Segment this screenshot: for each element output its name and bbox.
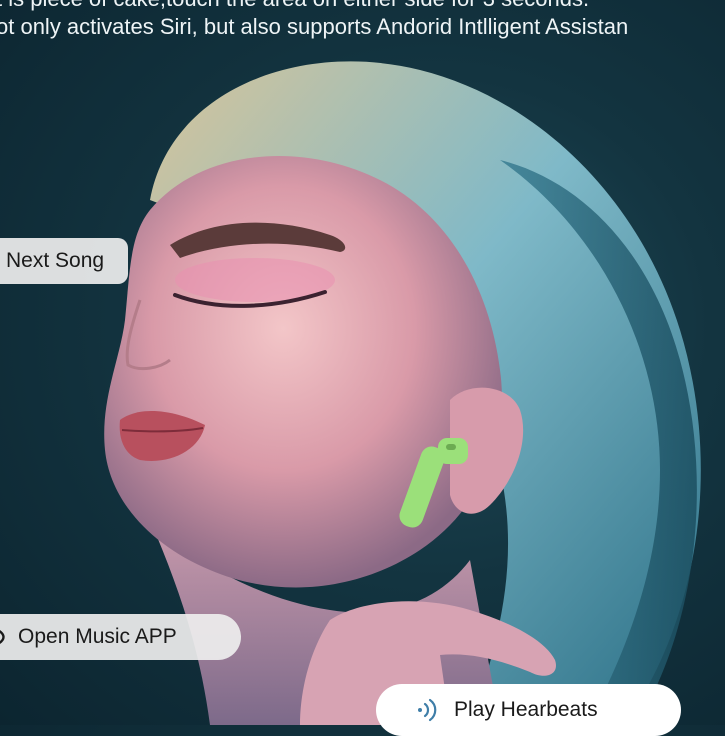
next-song-text: Next Song [6, 249, 105, 272]
sound-wave-icon [0, 625, 14, 649]
caption-line-1: t is piece of cake,touch the area on eit… [0, 0, 589, 10]
play-heartbeats-text: Play Hearbeats [454, 698, 598, 721]
sound-wave-icon [416, 698, 440, 722]
caption-line-2: ot only activates Siri, but also support… [0, 14, 629, 39]
caption-text: t is piece of cake,touch the area on eit… [0, 0, 725, 44]
open-music-app-text: Open Music APP [18, 625, 177, 648]
play-heartbeats-label: Play Hearbeats [376, 684, 681, 736]
next-song-label: Next Song [0, 238, 128, 284]
open-music-app-label: Open Music APP [0, 614, 241, 660]
